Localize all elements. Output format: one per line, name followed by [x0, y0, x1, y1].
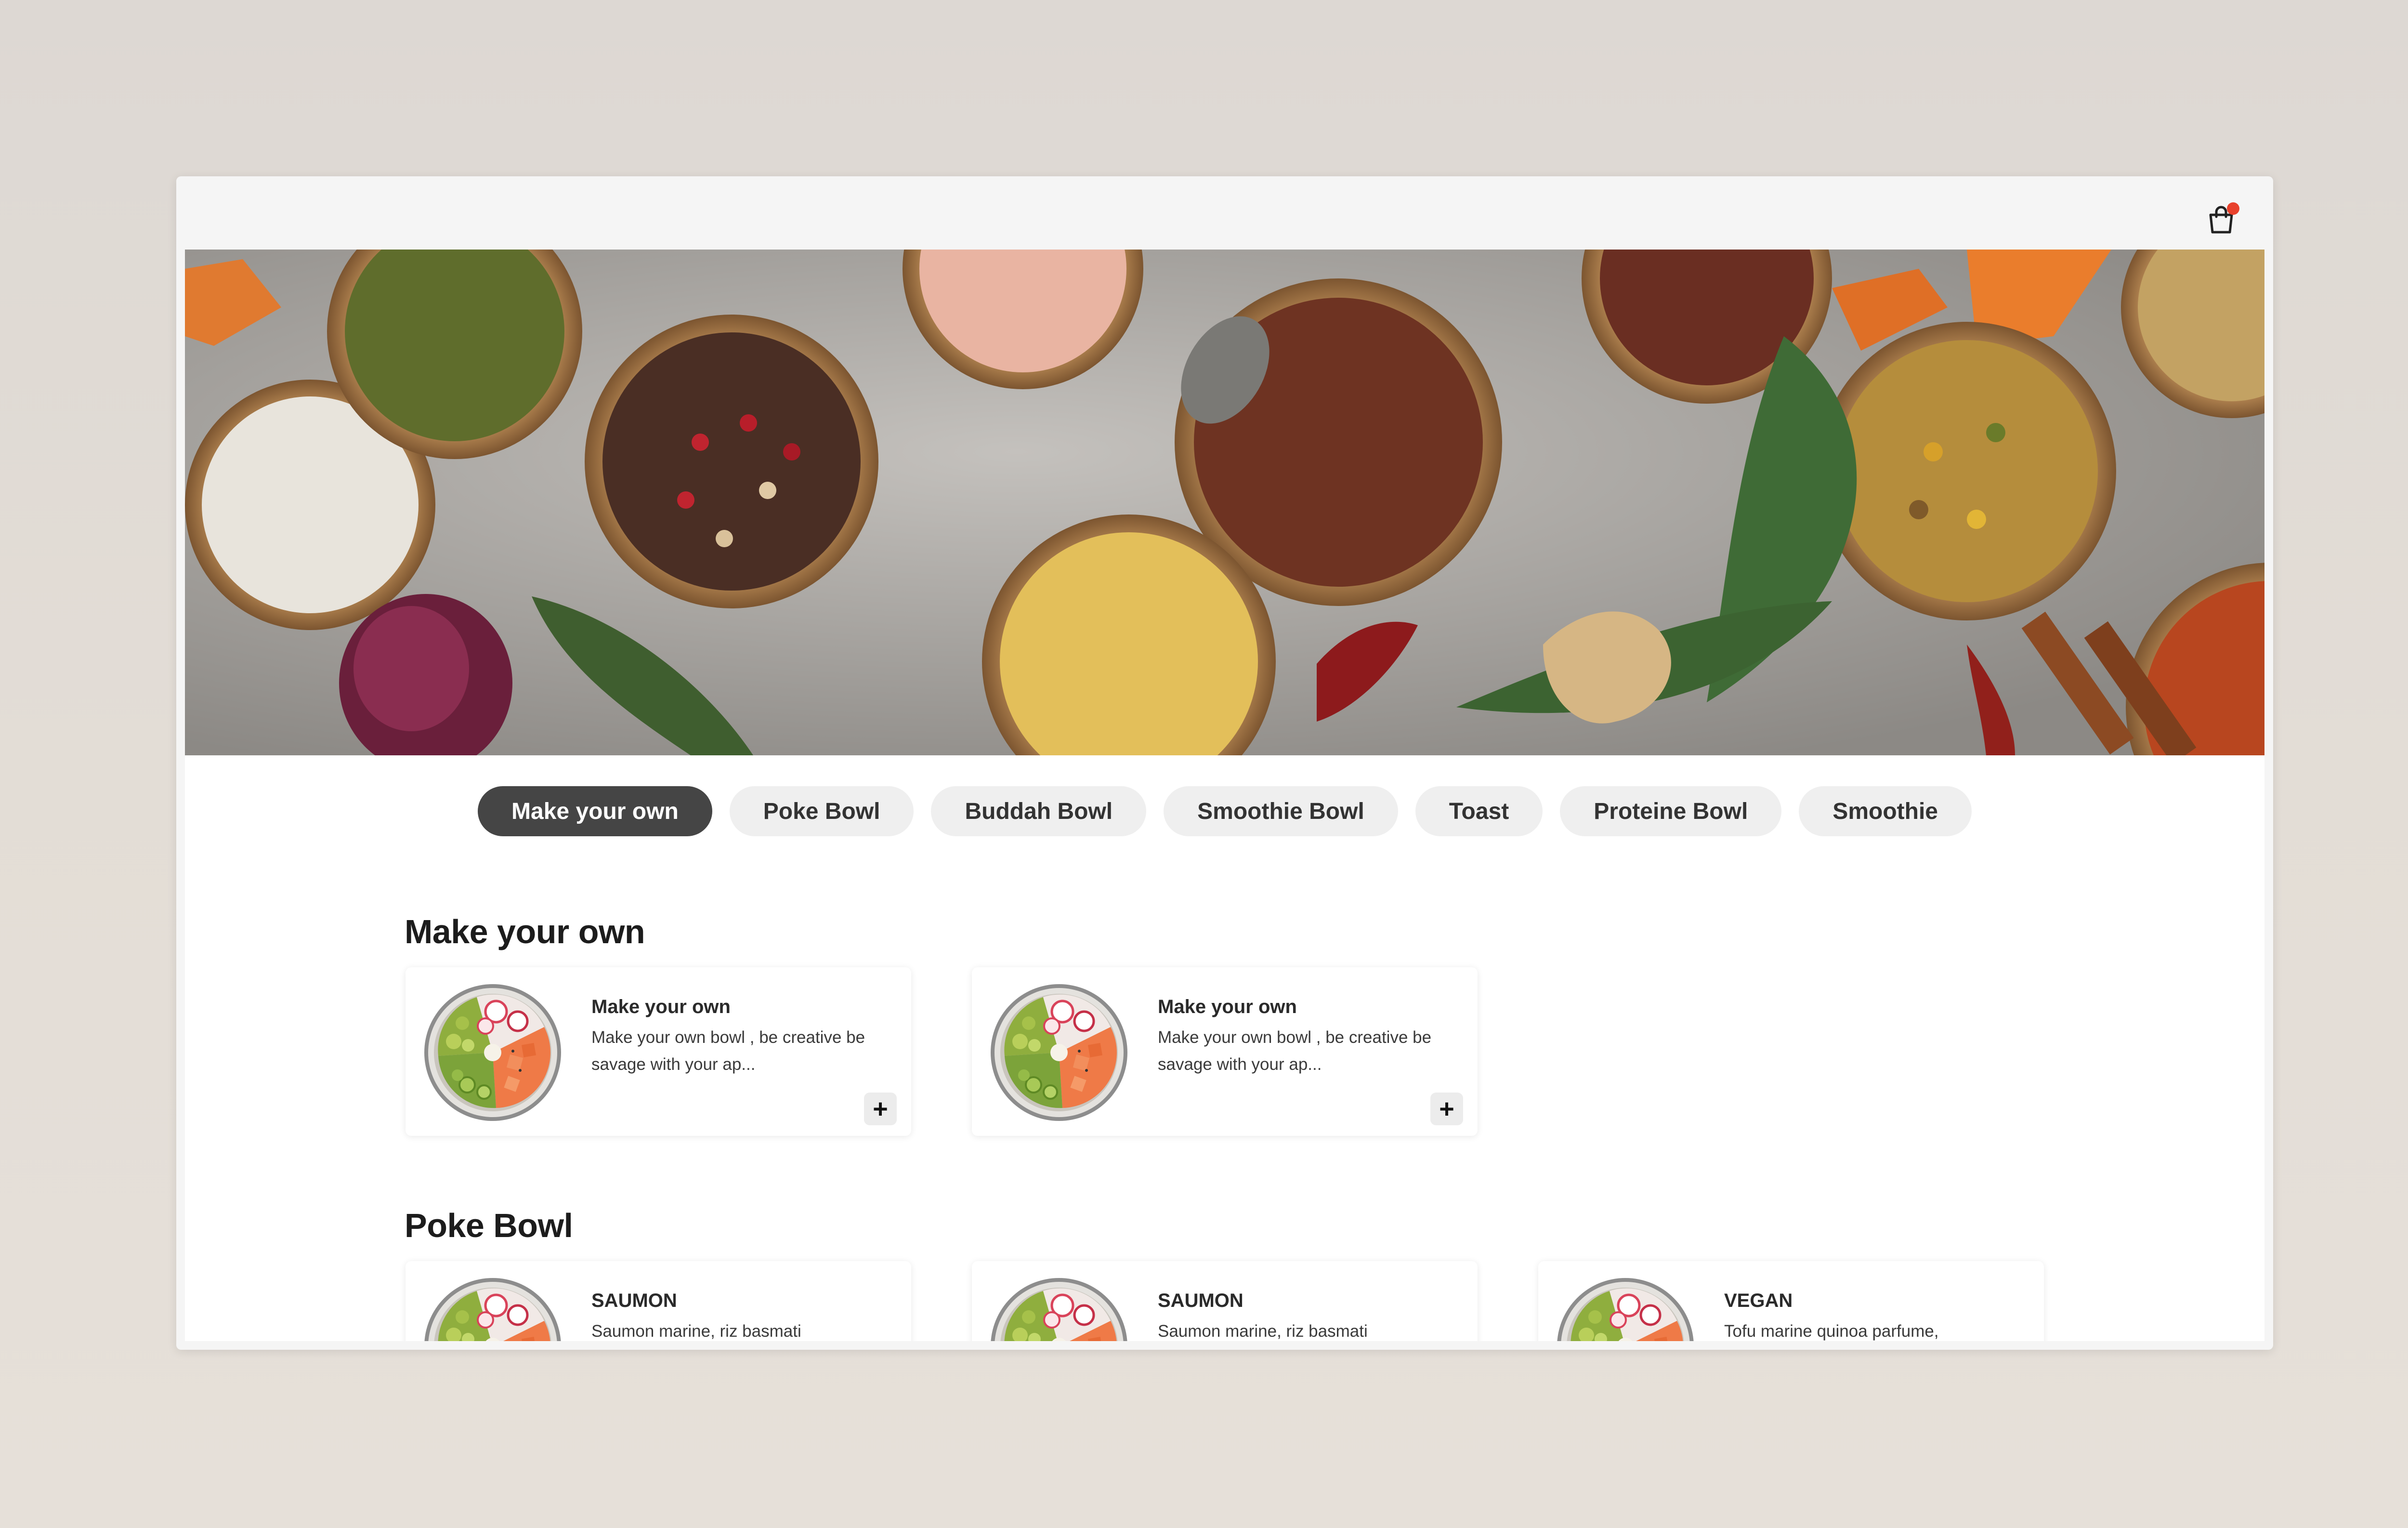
- product-description: Saumon marine, riz basmati: [1158, 1322, 1368, 1341]
- bowl-image: [424, 1278, 562, 1341]
- bowl-image: [990, 984, 1128, 1121]
- tab-proteine-bowl[interactable]: Proteine Bowl: [1560, 786, 1782, 836]
- product-name: SAUMON: [591, 1290, 677, 1311]
- category-tabs: Make your own Poke Bowl Buddah Bowl Smoo…: [185, 786, 2264, 836]
- product-name: VEGAN: [1724, 1290, 1793, 1311]
- page-viewport[interactable]: Make your own Poke Bowl Buddah Bowl Smoo…: [185, 185, 2264, 1341]
- product-description: Make your own bowl , be creative be sava…: [1158, 1028, 1432, 1074]
- product-name: Make your own: [591, 996, 731, 1017]
- product-card[interactable]: VEGAN Tofu marine quinoa parfume,: [1538, 1261, 2044, 1341]
- product-description: Tofu marine quinoa parfume,: [1724, 1322, 1939, 1341]
- hero-banner: [185, 250, 2264, 755]
- product-card[interactable]: SAUMON Saumon marine, riz basmati: [972, 1261, 1478, 1341]
- product-description: Make your own bowl , be creative be sava…: [591, 1028, 865, 1074]
- section-title-make-your-own: Make your own: [405, 913, 645, 950]
- tab-buddah-bowl[interactable]: Buddah Bowl: [931, 786, 1147, 836]
- product-card[interactable]: Make your own Make your own bowl , be cr…: [406, 967, 911, 1136]
- tab-make-your-own[interactable]: Make your own: [478, 786, 712, 836]
- section-title-poke-bowl: Poke Bowl: [405, 1207, 573, 1244]
- bowl-image: [424, 984, 562, 1121]
- tab-poke-bowl[interactable]: Poke Bowl: [729, 786, 914, 836]
- product-name: SAUMON: [1158, 1290, 1243, 1311]
- cart-badge: [2227, 202, 2239, 215]
- bowl-image: [990, 1278, 1128, 1341]
- browser-window: Make your own Poke Bowl Buddah Bowl Smoo…: [176, 176, 2273, 1350]
- product-name: Make your own: [1158, 996, 1297, 1017]
- hero-image: [185, 250, 2264, 755]
- cart-button[interactable]: [2203, 199, 2241, 238]
- tab-smoothie-bowl[interactable]: Smoothie Bowl: [1164, 786, 1398, 836]
- bowl-image: [1557, 1278, 1694, 1341]
- product-card[interactable]: Make your own Make your own bowl , be cr…: [972, 967, 1478, 1136]
- top-bar: [185, 185, 2264, 250]
- add-to-cart-button[interactable]: +: [864, 1093, 897, 1125]
- add-to-cart-button[interactable]: +: [1430, 1093, 1463, 1125]
- tab-toast[interactable]: Toast: [1415, 786, 1543, 836]
- product-description: Saumon marine, riz basmati: [591, 1322, 801, 1341]
- product-card[interactable]: SAUMON Saumon marine, riz basmati: [406, 1261, 911, 1341]
- tab-smoothie[interactable]: Smoothie: [1799, 786, 1972, 836]
